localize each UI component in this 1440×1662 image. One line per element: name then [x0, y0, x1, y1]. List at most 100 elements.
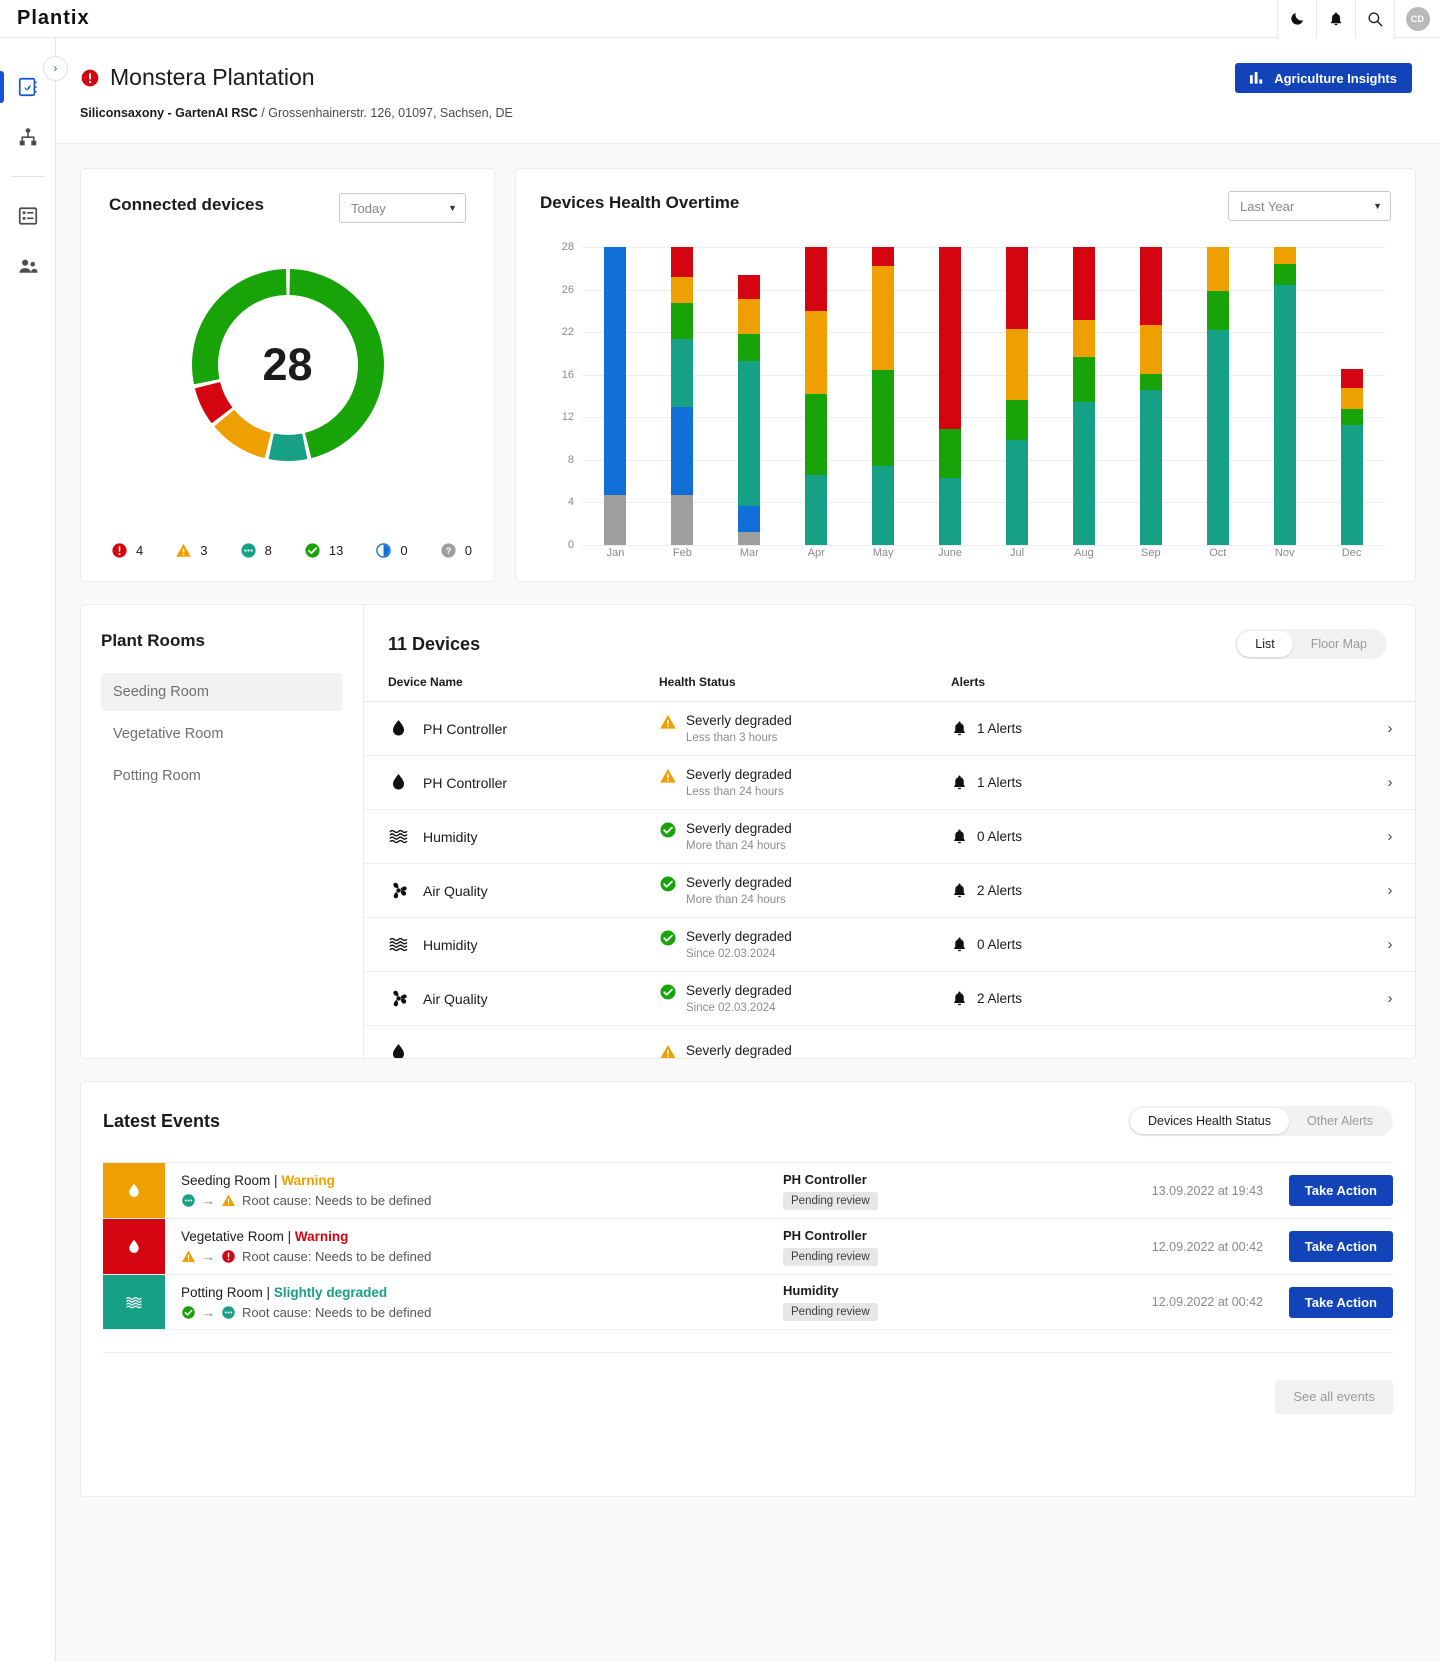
cell-chevron[interactable]: ›: [1365, 863, 1415, 918]
page-container: Monstera Plantation Siliconsaxony - Gart…: [56, 38, 1440, 1662]
device-name-wrap: Humidity: [388, 826, 659, 847]
bar-column[interactable]: [917, 247, 984, 545]
devices-health-chart-card: Devices Health Overtime Last Year ▼ 0481…: [515, 168, 1416, 582]
connected-devices-donut-wrap: 28: [81, 267, 494, 463]
bar-segment: [1139, 247, 1162, 325]
bar-segment: [939, 477, 962, 545]
bar-column[interactable]: [1318, 247, 1385, 545]
avatar-button[interactable]: CD: [1394, 0, 1440, 38]
plant-room-item[interactable]: Potting Room: [101, 757, 343, 795]
stacked-bar: [872, 247, 895, 545]
table-row[interactable]: Severly degraded: [364, 1025, 1415, 1058]
table-row[interactable]: Air Quality Severly degraded Since 02.03…: [364, 971, 1415, 1026]
device-view-option[interactable]: Floor Map: [1293, 631, 1385, 657]
x-tick-label: Dec: [1341, 547, 1362, 559]
connected-devices-period-select[interactable]: Today ▼: [339, 193, 466, 223]
stacked-bar: [1072, 247, 1095, 545]
bar-column[interactable]: [1050, 247, 1117, 545]
see-all-events-button[interactable]: See all events: [1275, 1379, 1393, 1414]
latest-events-footer: See all events: [103, 1352, 1393, 1440]
bar-column[interactable]: [783, 247, 850, 545]
cell-alerts: [951, 1025, 1365, 1058]
plant-rooms-panel: Plant Rooms Seeding Room Vegetative Room…: [80, 604, 363, 1059]
device-view-option[interactable]: List: [1237, 631, 1293, 657]
table-row[interactable]: PH Controller Severly degraded Less than…: [364, 701, 1415, 756]
bar-segment: [738, 360, 761, 506]
droplet-icon: [392, 774, 405, 790]
dark-mode-toggle[interactable]: [1277, 0, 1316, 38]
bar-column[interactable]: [716, 247, 783, 545]
breadcrumb-address: / Grossenhainerstr. 126, 01097, Sachsen,…: [257, 106, 513, 120]
devices-health-period-value: Last Year: [1240, 198, 1295, 214]
device-table-header-row: Device Name Health Status Alerts: [364, 675, 1415, 702]
column-health-status: Health Status: [659, 675, 951, 702]
ok-icon: [182, 1305, 195, 1319]
event-severity: Slightly degraded: [273, 1284, 388, 1300]
health-status-since: More than 24 hours: [686, 840, 786, 852]
cell-chevron[interactable]: ›: [1365, 755, 1415, 810]
bar-segment: [1139, 374, 1162, 390]
sidebar-item-hierarchy[interactable]: [0, 112, 56, 162]
bar-column[interactable]: [582, 247, 649, 545]
error-icon: [112, 543, 127, 558]
sidebar-item-users[interactable]: [0, 241, 56, 291]
bar-column[interactable]: [1184, 247, 1251, 545]
error-icon: [81, 69, 99, 86]
top-bar: Plantix CD: [0, 0, 1440, 38]
bar-segment: [1139, 324, 1162, 375]
chevron-right-icon: ›: [1387, 935, 1393, 953]
take-action-button[interactable]: Take Action: [1288, 1175, 1393, 1206]
chart-bars: [582, 247, 1385, 545]
table-row[interactable]: Humidity Severly degraded More than 24 h…: [364, 809, 1415, 864]
bar-segment: [1139, 389, 1162, 545]
bar-column[interactable]: [850, 247, 917, 545]
event-row[interactable]: Potting Room | Slightly degraded → Root …: [103, 1274, 1393, 1330]
plant-room-item[interactable]: Vegetative Room: [101, 715, 343, 753]
bell-icon: [1330, 11, 1342, 25]
legend-count: 0: [464, 543, 472, 558]
agriculture-insights-button[interactable]: Agriculture Insights: [1235, 63, 1412, 93]
devices-health-period-select[interactable]: Last Year ▼: [1228, 191, 1391, 221]
cell-chevron[interactable]: [1365, 1025, 1415, 1058]
table-row[interactable]: Air Quality Severly degraded More than 2…: [364, 863, 1415, 918]
bar-column[interactable]: [1251, 247, 1318, 545]
table-row[interactable]: PH Controller Severly degraded Less than…: [364, 755, 1415, 810]
degraded-icon: [222, 1305, 235, 1319]
bar-column[interactable]: [984, 247, 1051, 545]
latest-events-tab[interactable]: Devices Health Status: [1130, 1108, 1289, 1134]
bar-column[interactable]: [1117, 247, 1184, 545]
take-action-button[interactable]: Take Action: [1288, 1231, 1393, 1262]
device-list-header: 11 Devices List Floor Map: [364, 605, 1415, 659]
cell-chevron[interactable]: ›: [1365, 701, 1415, 756]
connected-devices-period-value: Today: [351, 200, 386, 216]
users-icon: [18, 259, 38, 273]
y-tick-label: 22: [561, 326, 574, 339]
notifications-button[interactable]: [1316, 0, 1355, 38]
plants-icon: [18, 77, 37, 97]
event-cause-line: → Root cause: Needs to be defined: [181, 1305, 783, 1320]
droplet-icon: [392, 720, 405, 736]
bar-segment: [738, 333, 761, 361]
bar-segment: [805, 310, 828, 394]
cell-chevron[interactable]: ›: [1365, 809, 1415, 864]
stacked-bar: [738, 274, 761, 545]
event-row[interactable]: Seeding Room | Warning → Root cause: Nee…: [103, 1162, 1393, 1218]
plant-room-item[interactable]: Seeding Room: [101, 673, 343, 711]
event-row[interactable]: Vegetative Room | Warning → Root cause: …: [103, 1218, 1393, 1274]
table-row[interactable]: Humidity Severly degraded Since 02.03.20…: [364, 917, 1415, 972]
sidebar-item-reports[interactable]: [0, 191, 56, 241]
column-alerts: Alerts: [951, 675, 1365, 702]
latest-events-tab[interactable]: Other Alerts: [1289, 1108, 1391, 1134]
rail-expand-button[interactable]: ›: [43, 56, 68, 81]
event-device: PH Controller Pending review: [783, 1163, 1073, 1218]
rooms-devices-row: Plant Rooms Seeding Room Vegetative Room…: [80, 604, 1416, 1059]
rail-divider: [10, 176, 45, 177]
cell-health-status: Severly degraded Less than 24 hours: [659, 755, 951, 810]
cell-health-status: Severly degraded More than 24 hours: [659, 863, 951, 918]
breadcrumb-org: Siliconsaxony - GartenAI RSC: [80, 106, 258, 120]
search-button[interactable]: [1355, 0, 1394, 38]
bar-column[interactable]: [649, 247, 716, 545]
cell-chevron[interactable]: ›: [1365, 971, 1415, 1026]
cell-chevron[interactable]: ›: [1365, 917, 1415, 972]
take-action-button[interactable]: Take Action: [1288, 1286, 1393, 1318]
